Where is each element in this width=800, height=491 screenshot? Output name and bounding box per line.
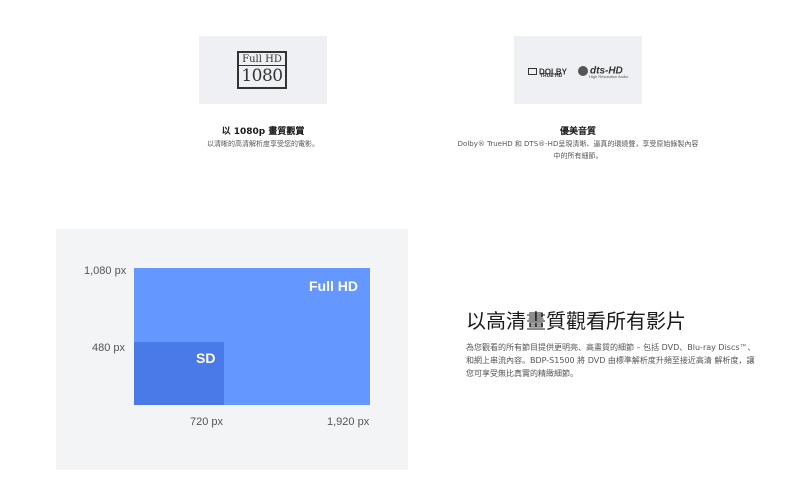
section-body: 為您觀看的所有節目提供更明亮、高畫質的細節 – 包括 DVD、Blu-ray D… xyxy=(466,341,786,380)
dts-sub: High Resolution Audio xyxy=(589,74,629,79)
x-label-720: 720 px xyxy=(190,416,224,428)
full-hd-1080-logo-icon: Full HD 1080 xyxy=(237,51,287,89)
feature-1080p-desc: 以清晰的高清解析度享受您的電影。 xyxy=(207,140,319,148)
full-hd-logo-line1: Full HD xyxy=(239,54,285,66)
dolby-dts-logo-icon: DOLBY TRUE HD dts-HD High Resolution Aud… xyxy=(528,62,628,80)
feature-audio-desc-line1: Dolby® TrueHD 和 DTS®-HD呈現清晰、逼真的環繞聲，享受原始錄… xyxy=(457,140,699,148)
sd-label: SD xyxy=(196,350,216,366)
section-body-line1: 為您觀看的所有節目提供更明亮、高畫質的細節 – 包括 DVD、Blu-ray D… xyxy=(466,343,756,352)
full-hd-logo-line2: 1080 xyxy=(241,66,283,86)
feature-audio-desc-line2: 中的所有細節。 xyxy=(553,152,603,160)
section-headline: 以高清畫質觀看所有影片 xyxy=(466,309,686,333)
y-label-480: 480 px xyxy=(92,342,126,354)
full-hd-label: Full HD xyxy=(309,278,358,294)
dts-logo: dts-HD High Resolution Audio xyxy=(578,62,628,80)
dolby-mark-icon xyxy=(528,68,537,76)
x-label-1920: 1,920 px xyxy=(327,416,370,428)
dolby-logo: DOLBY TRUE HD xyxy=(528,63,567,81)
feature-audio-desc: Dolby® TrueHD 和 DTS®-HD呈現清晰、逼真的環繞聲，享受原始錄… xyxy=(418,138,738,162)
feature-1080p-title: 以 1080p 畫質觀賞 xyxy=(221,127,305,137)
feature-audio-title: 優美音質 xyxy=(559,127,596,137)
dts-mark-icon xyxy=(578,65,588,76)
dolby-sub: TRUE HD xyxy=(540,73,563,79)
y-label-1080: 1,080 px xyxy=(84,265,127,277)
audio-feature-image: DOLBY TRUE HD dts-HD High Resolution Aud… xyxy=(514,36,642,104)
section-body-line2: 和網上串流內容。BDP-S1500 將 DVD 由標準解析度升頻至接近高清 解析… xyxy=(466,356,755,365)
section-body-line3: 您可享受無比真實的精緻細節。 xyxy=(466,369,578,378)
full-hd-feature-image: Full HD 1080 xyxy=(199,36,327,104)
